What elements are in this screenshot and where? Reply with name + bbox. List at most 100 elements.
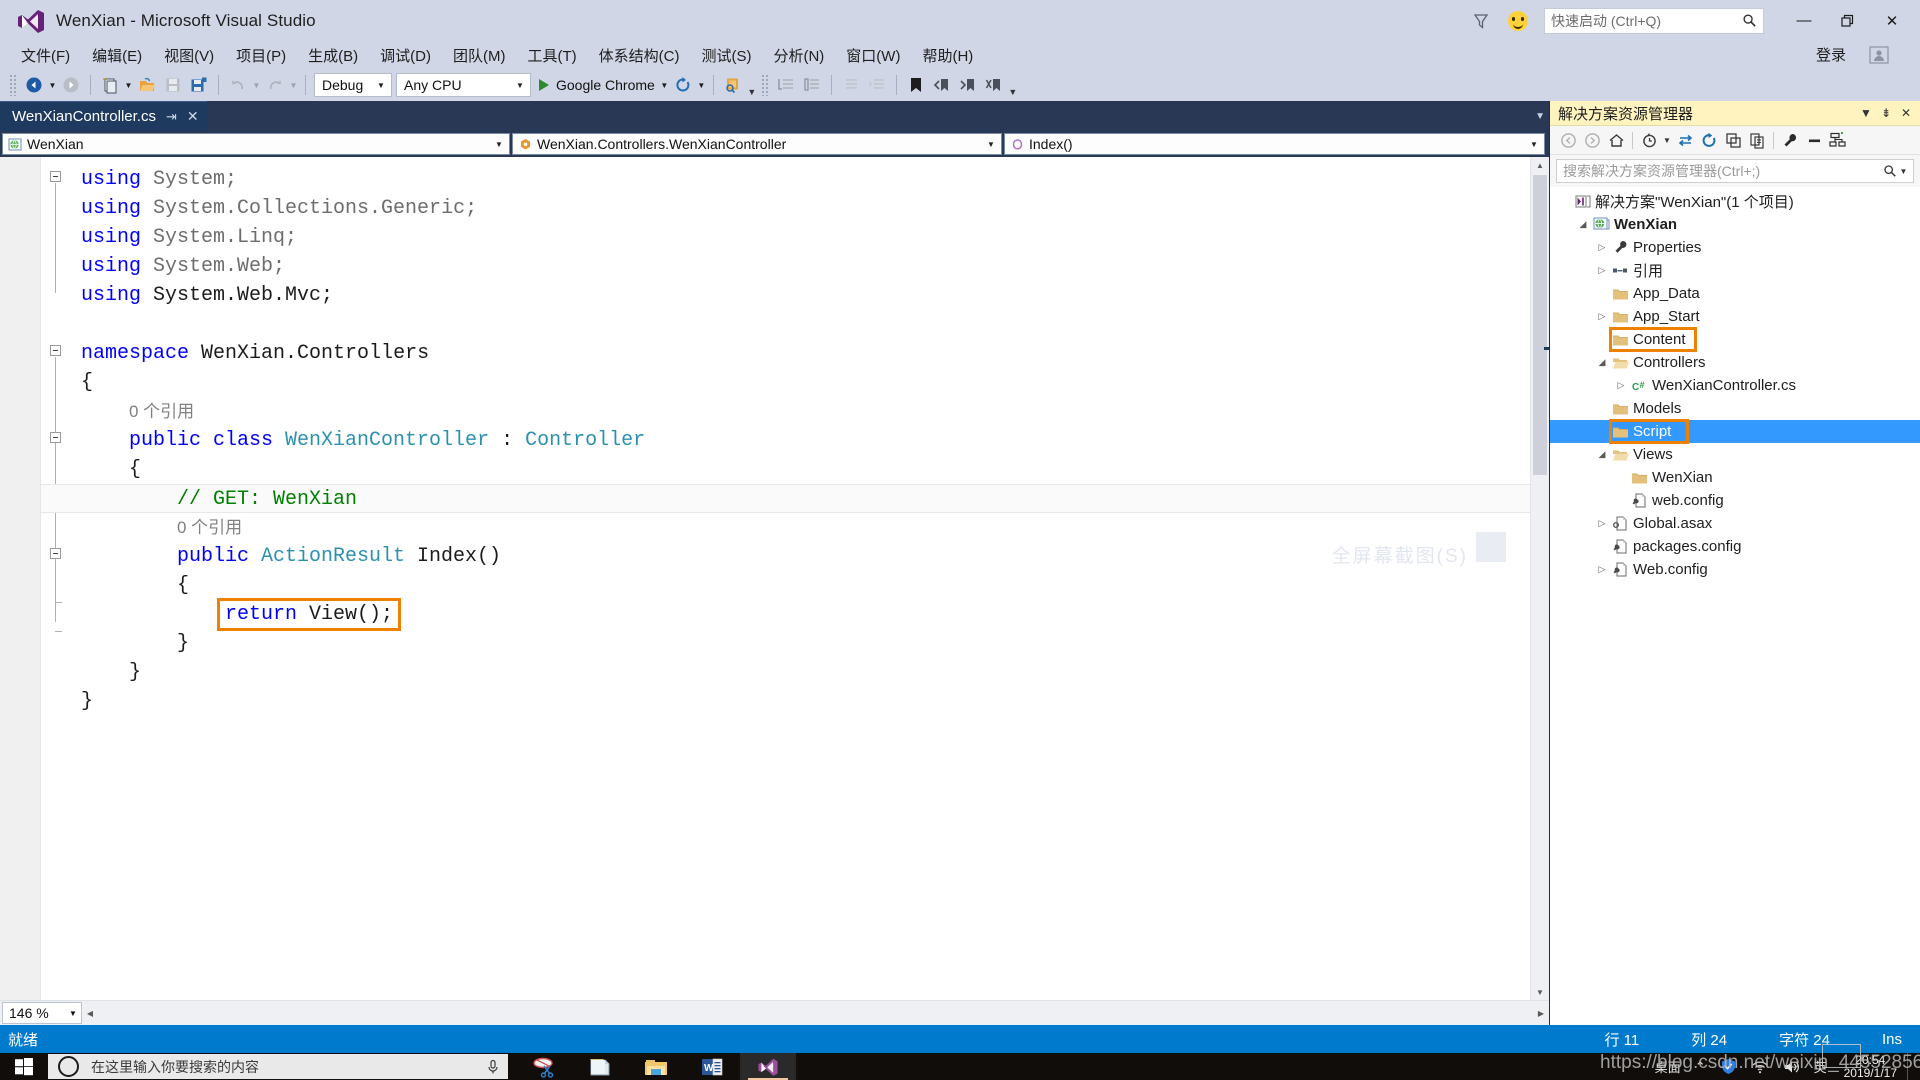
navigate-backward-dropdown[interactable]: ▼ xyxy=(47,72,58,98)
new-project-icon[interactable] xyxy=(97,72,123,98)
code-text-surface[interactable]: using System; using System.Collections.Ge… xyxy=(41,157,1530,1000)
menu-item-project[interactable]: 项目(P) xyxy=(225,43,297,68)
increase-indent-icon[interactable] xyxy=(864,72,890,98)
save-all-icon[interactable] xyxy=(186,72,212,98)
quick-launch-input[interactable]: 快速启动 (Ctrl+Q) xyxy=(1544,7,1764,34)
menu-item-help[interactable]: 帮助(H) xyxy=(911,43,984,68)
expand-arrow-icon[interactable]: ▷ xyxy=(1594,242,1610,253)
minimize-button[interactable]: — xyxy=(1782,0,1826,41)
close-icon[interactable]: ✕ xyxy=(187,108,199,125)
scroll-down-icon[interactable]: ▼ xyxy=(1531,984,1549,1000)
new-project-dropdown[interactable]: ▼ xyxy=(123,72,134,98)
menu-item-tools[interactable]: 工具(T) xyxy=(516,43,587,68)
tree-item-controllers[interactable]: ◢ Controllers xyxy=(1550,351,1920,374)
windows-start-icon[interactable] xyxy=(0,1053,48,1080)
scroll-right-icon[interactable]: ▶ xyxy=(1533,1002,1549,1024)
taskbar-search-input[interactable]: 在这里输入你要搜索的内容 xyxy=(48,1054,508,1079)
chevron-down-icon[interactable]: ▼ xyxy=(1897,167,1910,176)
navigate-backward-icon[interactable] xyxy=(21,72,47,98)
navigation-type-combo[interactable]: WenXian.Controllers.WenXianController ▼ xyxy=(512,133,1002,155)
document-tab-wenxiancontroller[interactable]: WenXianController.cs ⇥ ✕ xyxy=(0,101,207,131)
tree-item-models[interactable]: Models xyxy=(1550,397,1920,420)
sign-in-link[interactable]: 登录 xyxy=(1816,44,1846,65)
tree-item-properties[interactable]: ▷ Properties xyxy=(1550,236,1920,259)
taskbar-app-snipping-tool[interactable] xyxy=(516,1053,572,1080)
tree-item-wenxiancontroller-cs[interactable]: ▷ C # WenXianController.cs xyxy=(1550,374,1920,397)
close-button[interactable]: ✕ xyxy=(1870,0,1914,41)
code-editor[interactable]: using System; using System.Collections.Ge… xyxy=(0,157,1549,1000)
taskbar-app-notepad[interactable] xyxy=(572,1053,628,1080)
show-all-files-icon[interactable] xyxy=(1745,128,1769,152)
menu-item-architecture[interactable]: 体系结构(C) xyxy=(588,43,691,68)
feedback-funnel-icon[interactable] xyxy=(1468,8,1494,34)
tree-item-global-asax[interactable]: ▷ Global.asax xyxy=(1550,512,1920,535)
volume-icon[interactable] xyxy=(1776,1059,1807,1075)
save-icon[interactable] xyxy=(160,72,186,98)
tab-strip-overflow[interactable]: ▼ xyxy=(1535,101,1545,131)
menu-item-build[interactable]: 生成(B) xyxy=(297,43,369,68)
collapse-arrow-icon[interactable]: ◢ xyxy=(1594,357,1610,368)
wifi-icon[interactable] xyxy=(1744,1059,1776,1075)
solution-platform-combo[interactable]: Any CPU ▼ xyxy=(396,73,531,97)
taskbar-app-file-explorer[interactable] xyxy=(628,1053,684,1080)
menu-item-file[interactable]: 文件(F) xyxy=(10,43,81,68)
navigate-forward-icon[interactable] xyxy=(58,72,84,98)
uncomment-selection-icon[interactable] xyxy=(799,72,825,98)
menu-item-test[interactable]: 测试(S) xyxy=(690,43,762,68)
expand-arrow-icon[interactable]: ▷ xyxy=(1594,265,1610,276)
menu-item-debug[interactable]: 调试(D) xyxy=(369,43,442,68)
scrollbar-thumb[interactable] xyxy=(1533,175,1547,475)
account-icon[interactable] xyxy=(1866,43,1892,67)
start-debugging-dropdown[interactable]: ▼ xyxy=(659,72,670,98)
expand-arrow-icon[interactable]: ▷ xyxy=(1594,311,1610,322)
comment-selection-icon[interactable] xyxy=(773,72,799,98)
redo-icon[interactable] xyxy=(262,72,288,98)
properties-icon[interactable] xyxy=(1778,128,1802,152)
home-icon[interactable] xyxy=(1604,128,1628,152)
pin-icon[interactable]: ⇟ xyxy=(1876,106,1896,120)
start-debugging-button[interactable]: Google Chrome xyxy=(533,72,659,98)
chevron-down-icon[interactable]: ▼ xyxy=(1856,106,1876,120)
send-a-smile-icon[interactable] xyxy=(1508,10,1528,31)
redo-dropdown[interactable]: ▼ xyxy=(288,72,299,98)
collapse-arrow-icon[interactable]: ◢ xyxy=(1575,219,1591,230)
collapse-all-icon[interactable] xyxy=(1721,128,1745,152)
restore-button[interactable] xyxy=(1826,0,1870,41)
toolbar-overflow-icon[interactable]: ▼ xyxy=(1007,71,1019,99)
expand-arrow-icon[interactable]: ▷ xyxy=(1594,564,1610,575)
clear-bookmarks-icon[interactable] xyxy=(981,72,1007,98)
taskbar-app-word[interactable]: W xyxy=(684,1053,740,1080)
pending-changes-icon[interactable] xyxy=(1637,128,1661,152)
editor-zoom-combo[interactable]: 146 % ▼ xyxy=(2,1002,82,1024)
scroll-up-icon[interactable]: ▲ xyxy=(1531,157,1549,173)
scroll-left-icon[interactable]: ◀ xyxy=(82,1002,98,1024)
show-desktop-button[interactable] xyxy=(1907,1053,1920,1080)
expand-arrow-icon[interactable]: ▷ xyxy=(1594,518,1610,529)
collapse-arrow-icon[interactable]: ◢ xyxy=(1594,449,1610,460)
undo-dropdown[interactable]: ▼ xyxy=(251,72,262,98)
tree-item-app-start[interactable]: ▷ App_Start xyxy=(1550,305,1920,328)
tree-item-packages-config[interactable]: packages.config xyxy=(1550,535,1920,558)
solution-explorer-tree[interactable]: 解决方案"WenXian"(1 个项目) ◢ WenXian ▷ Properties ▷… xyxy=(1550,187,1920,1025)
view-class-diagram-icon[interactable] xyxy=(1826,128,1850,152)
toolbar-overflow-icon[interactable]: ▼ xyxy=(746,71,758,99)
microphone-icon[interactable] xyxy=(486,1059,500,1075)
tree-item-app-data[interactable]: App_Data xyxy=(1550,282,1920,305)
previous-bookmark-icon[interactable] xyxy=(929,72,955,98)
close-icon[interactable]: ✕ xyxy=(1896,106,1916,120)
decrease-indent-icon[interactable] xyxy=(838,72,864,98)
menu-item-team[interactable]: 团队(M) xyxy=(442,43,517,68)
sync-with-active-document-icon[interactable] xyxy=(1673,128,1697,152)
navigation-member-combo[interactable]: Index() ▼ xyxy=(1004,133,1545,155)
solution-configuration-combo[interactable]: Debug ▼ xyxy=(314,73,392,97)
editor-vertical-scrollbar[interactable]: ▲ ▼ xyxy=(1530,157,1549,1000)
open-file-icon[interactable] xyxy=(134,72,160,98)
undo-icon[interactable] xyxy=(225,72,251,98)
toolbar-grip[interactable] xyxy=(9,74,18,96)
menu-item-view[interactable]: 视图(V) xyxy=(153,43,225,68)
editor-horizontal-scrollbar[interactable] xyxy=(98,1004,1533,1022)
refresh-icon[interactable] xyxy=(1697,128,1721,152)
tree-item-views[interactable]: ◢ Views xyxy=(1550,443,1920,466)
pin-icon[interactable]: ⇥ xyxy=(166,109,177,125)
refresh-dropdown[interactable]: ▼ xyxy=(696,72,707,98)
